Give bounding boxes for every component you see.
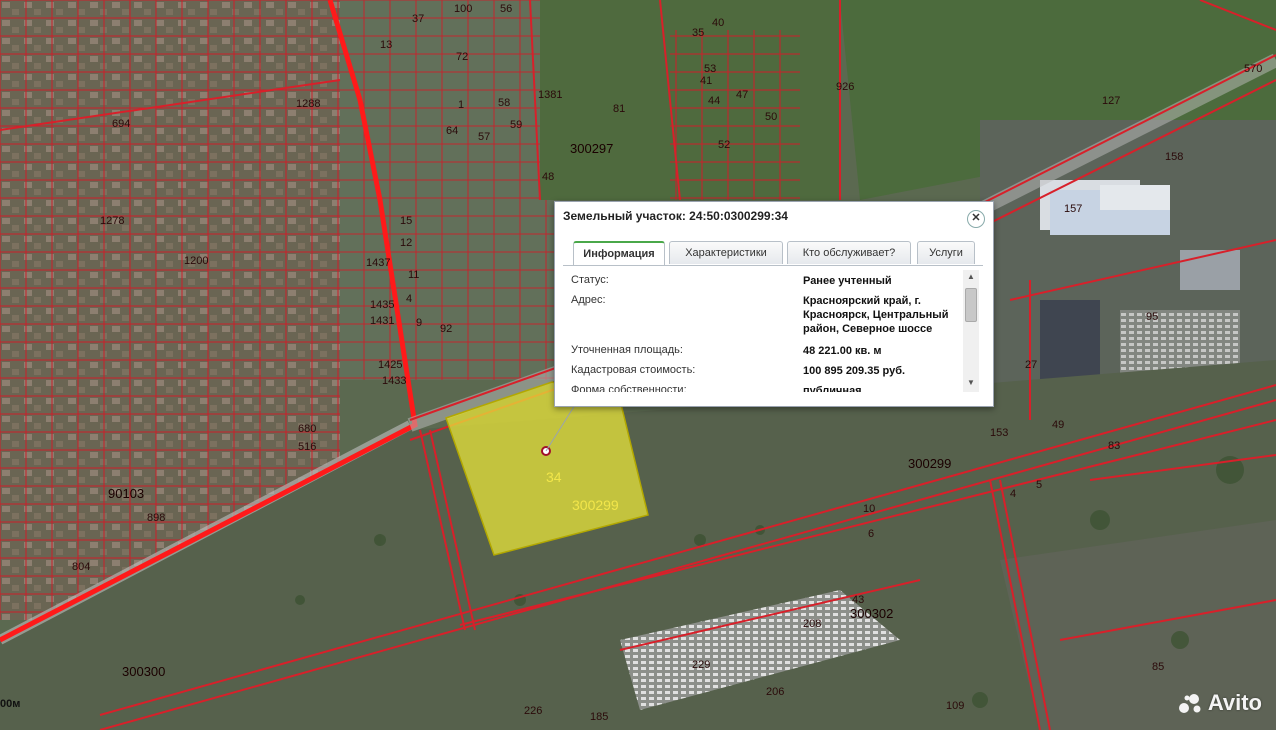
map-label: 157 [1064,203,1082,215]
parcel-info-popup: Земельный участок: 24:50:0300299:34 ✕ Ин… [554,201,994,407]
map-label: 35 [692,27,704,39]
map-label: 300302 [850,606,893,621]
info-key: Уточненная площадь: [571,344,683,356]
map-label: 9 [416,317,422,329]
map-label: 48 [542,171,554,183]
map-label: 5 [1036,479,1042,491]
map-label: 57 [478,131,490,143]
map-label: 27 [1025,359,1037,371]
map-label: 37 [412,13,424,25]
map-label: 4 [406,293,412,305]
map-label: 44 [708,95,720,107]
map-label: 804 [72,561,90,573]
map-label: 300297 [570,141,613,156]
info-value: 100 895 209.35 руб. [803,365,906,377]
map-label: 158 [1165,151,1183,163]
map-label: 926 [836,81,854,93]
scale-label: 00м [0,698,21,710]
map-label: 127 [1102,95,1120,107]
map-label: 1200 [184,255,208,267]
map-label: 83 [1108,440,1120,452]
map-label: 516 [298,441,316,453]
map-label: 229 [692,659,710,671]
selected-parcel-label: 34 [546,469,562,485]
map-label: 15 [400,215,412,227]
map-label: 72 [456,51,468,63]
map-label: 11 [408,269,419,281]
map-label: 40 [712,17,724,29]
map-label: 1 [458,99,464,111]
map-label: 680 [298,423,316,435]
map-label: 13 [380,39,392,51]
avito-watermark: Avito [1178,690,1262,716]
map-label: 92 [440,323,452,335]
map-label: 1437 [366,257,390,269]
map-label: 58 [498,97,510,109]
map-label: 206 [766,686,784,698]
info-value: публичная [803,385,862,392]
map-label: 300299 [908,456,951,471]
map-label: 47 [736,89,748,101]
map-label: 300300 [122,664,165,679]
map-label: 64 [446,125,458,137]
map-label: 1425 [378,359,402,371]
map-label: 226 [524,705,542,717]
map-label: 49 [1052,419,1064,431]
map-label: 90103 [108,486,144,501]
map-label: 109 [946,700,964,712]
map-label: 1431 [370,315,394,327]
info-key: Форма собственности: [571,384,687,392]
info-scrollbar[interactable]: ▲ ▼ [963,270,979,392]
map-label: 208 [803,618,821,630]
scroll-down-icon[interactable]: ▼ [963,378,979,390]
popup-title: Земельный участок: 24:50:0300299:34 [563,209,788,223]
map-label: 81 [613,103,625,115]
map-label: 1381 [538,89,562,101]
map-label: 85 [1152,661,1164,673]
map-label: 56 [500,3,512,15]
map-label: 898 [147,512,165,524]
close-icon[interactable]: ✕ [967,210,985,228]
map-label: 1435 [370,299,394,311]
map-label: 95 [1146,311,1158,323]
map-label: 10 [863,503,875,515]
tab-info[interactable]: Информация [573,241,665,266]
avito-text: Avito [1207,690,1262,715]
info-value: Красноярский край, г. Красноярск, Центра… [803,295,949,335]
map-label: 694 [112,118,130,130]
map-label: 59 [510,119,522,131]
map-label: 6 [868,528,874,540]
map-label: 1433 [382,375,406,387]
tab-characteristics[interactable]: Характеристики [669,241,783,264]
info-key: Статус: [571,274,609,286]
map-label: 1288 [296,98,320,110]
scroll-up-icon[interactable]: ▲ [963,272,979,284]
info-key: Кадастровая стоимость: [571,364,696,376]
map-label: 12 [400,237,412,249]
map-label: 1278 [100,215,124,227]
info-key: Адрес: [571,294,606,306]
tab-services[interactable]: Услуги [917,241,975,264]
map-label: 100 [454,3,472,15]
map-label: 53 [704,63,716,75]
info-value: Ранее учтенный [803,275,892,287]
selected-parcel-label: 300299 [572,497,619,513]
map-label: 50 [765,111,777,123]
map-label: 41 [700,75,712,87]
map-label: 4 [1010,488,1016,500]
scroll-thumb[interactable] [965,288,977,322]
info-value: 48 221.00 кв. м [803,345,882,357]
avito-logo-icon [1178,694,1201,714]
info-panel: Статус: Ранее учтенный Адрес: Красноярск… [563,270,967,392]
tab-divider [563,265,983,266]
map-label: 43 [852,594,864,606]
map-label: 185 [590,711,608,723]
tab-service[interactable]: Кто обслуживает? [787,241,911,264]
map-label: 153 [990,427,1008,439]
map-label: 52 [718,139,730,151]
map-label: 570 [1244,63,1262,75]
